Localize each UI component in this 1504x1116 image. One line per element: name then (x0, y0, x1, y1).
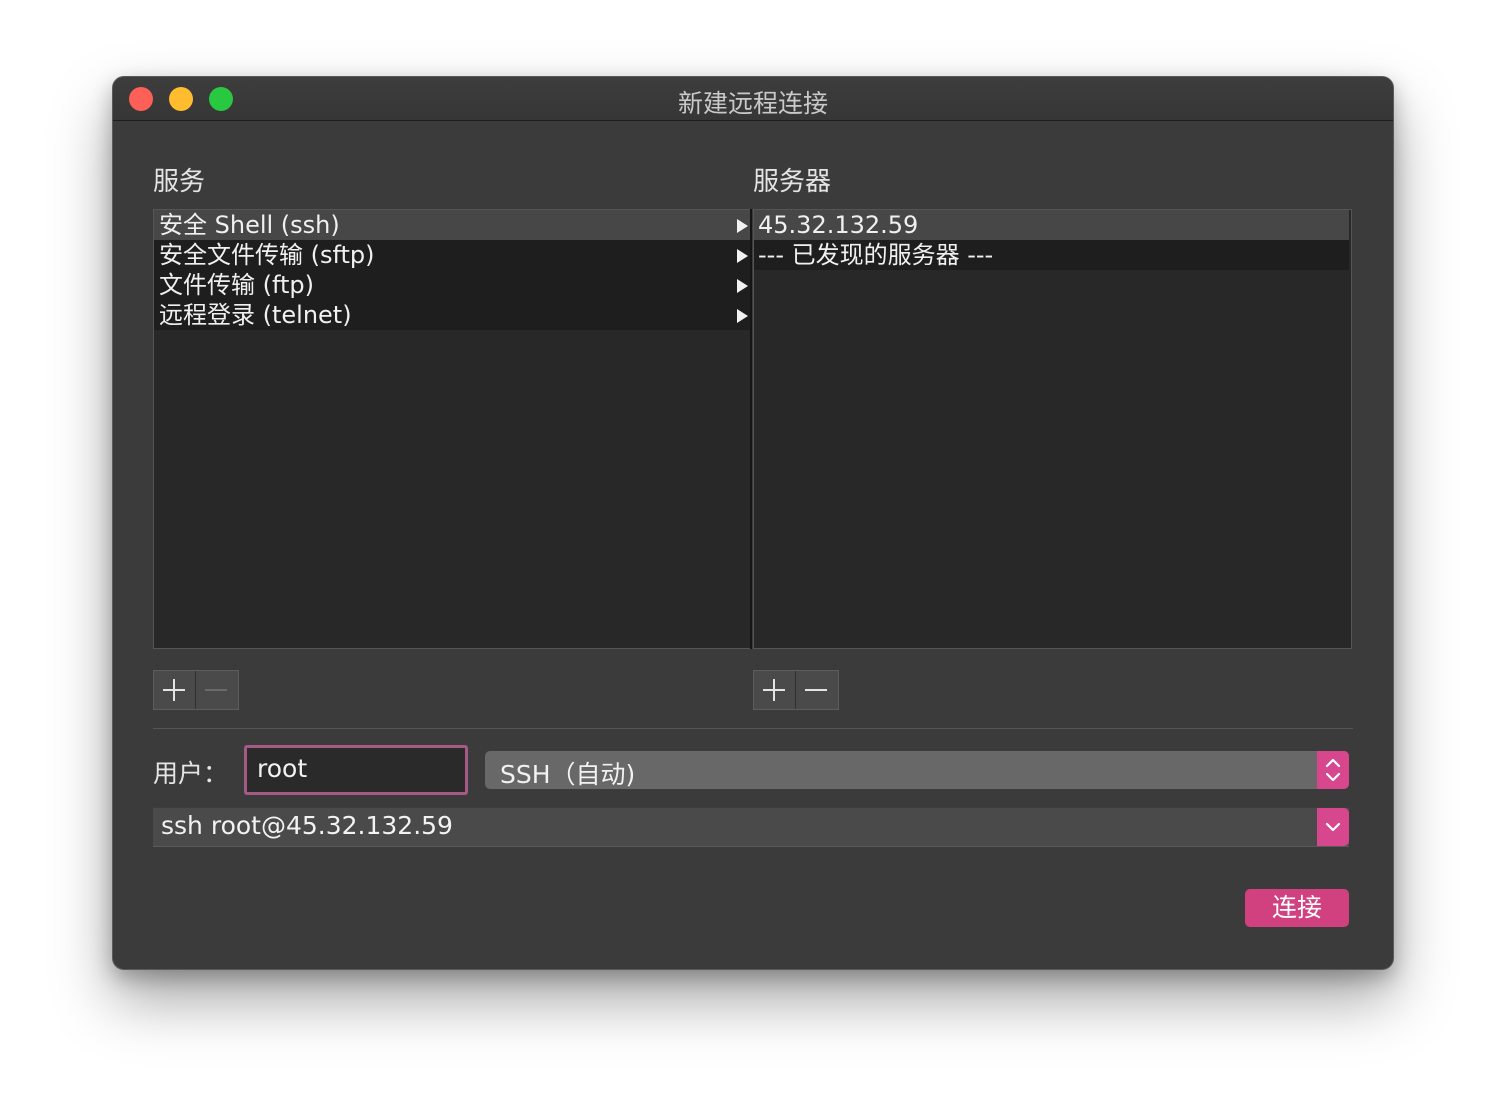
command-dropdown-button[interactable] (1317, 808, 1349, 846)
disclosure-arrow-icon (737, 219, 748, 233)
divider (153, 728, 1353, 729)
services-list[interactable]: 安全 Shell (ssh) 安全文件传输 (sftp) 文件传输 (ftp) … (153, 209, 751, 649)
server-item[interactable]: 45.32.132.59 (754, 210, 1349, 240)
command-field-value: ssh root@45.32.132.59 (161, 811, 453, 840)
service-item-label: 远程登录 (telnet) (159, 301, 352, 329)
servers-add-remove-group (753, 670, 839, 710)
service-item-telnet[interactable]: 远程登录 (telnet) (154, 300, 750, 330)
servers-label: 服务器 (753, 167, 832, 197)
chevron-down-icon (1325, 822, 1341, 832)
protocol-popup[interactable]: SSH（自动) (485, 751, 1349, 789)
disclosure-arrow-icon (737, 279, 748, 293)
disclosure-arrow-icon (737, 309, 748, 323)
servers-list[interactable]: 45.32.132.59 --- 已发现的服务器 --- (753, 209, 1352, 649)
discovered-servers-label: --- 已发现的服务器 --- (758, 241, 994, 269)
discovered-servers-header: --- 已发现的服务器 --- (754, 240, 1349, 270)
service-item-ssh[interactable]: 安全 Shell (ssh) (154, 210, 750, 240)
command-combobox[interactable]: ssh root@45.32.132.59 (153, 807, 1349, 847)
chevron-up-down-icon (1325, 758, 1341, 782)
minus-icon (205, 689, 227, 691)
services-label: 服务 (153, 167, 206, 197)
server-item-label: 45.32.132.59 (758, 211, 919, 239)
service-item-sftp[interactable]: 安全文件传输 (sftp) (154, 240, 750, 270)
disclosure-arrow-icon (737, 249, 748, 263)
services-add-remove-group (153, 670, 239, 710)
column-divider[interactable] (750, 209, 752, 649)
popup-stepper[interactable] (1317, 751, 1349, 789)
protocol-selected-value: SSH（自动) (500, 760, 636, 789)
user-field[interactable]: root (244, 745, 468, 795)
remove-service-button[interactable] (196, 671, 237, 709)
user-field-value: root (257, 754, 308, 783)
title-bar[interactable]: 新建远程连接 (113, 77, 1393, 121)
add-service-button[interactable] (154, 671, 196, 709)
minus-icon (805, 689, 827, 691)
add-server-button[interactable] (754, 671, 796, 709)
service-item-label: 安全 Shell (ssh) (159, 211, 340, 239)
service-item-label: 文件传输 (ftp) (159, 271, 315, 299)
connect-button[interactable]: 连接 (1245, 889, 1349, 927)
remove-server-button[interactable] (796, 671, 837, 709)
new-remote-connection-window: 新建远程连接 服务 服务器 安全 Shell (ssh) 安全文件传输 (sft… (112, 76, 1394, 970)
user-label: 用户： (153, 759, 229, 788)
service-item-label: 安全文件传输 (sftp) (159, 241, 375, 269)
service-item-ftp[interactable]: 文件传输 (ftp) (154, 270, 750, 300)
window-title: 新建远程连接 (677, 89, 828, 118)
